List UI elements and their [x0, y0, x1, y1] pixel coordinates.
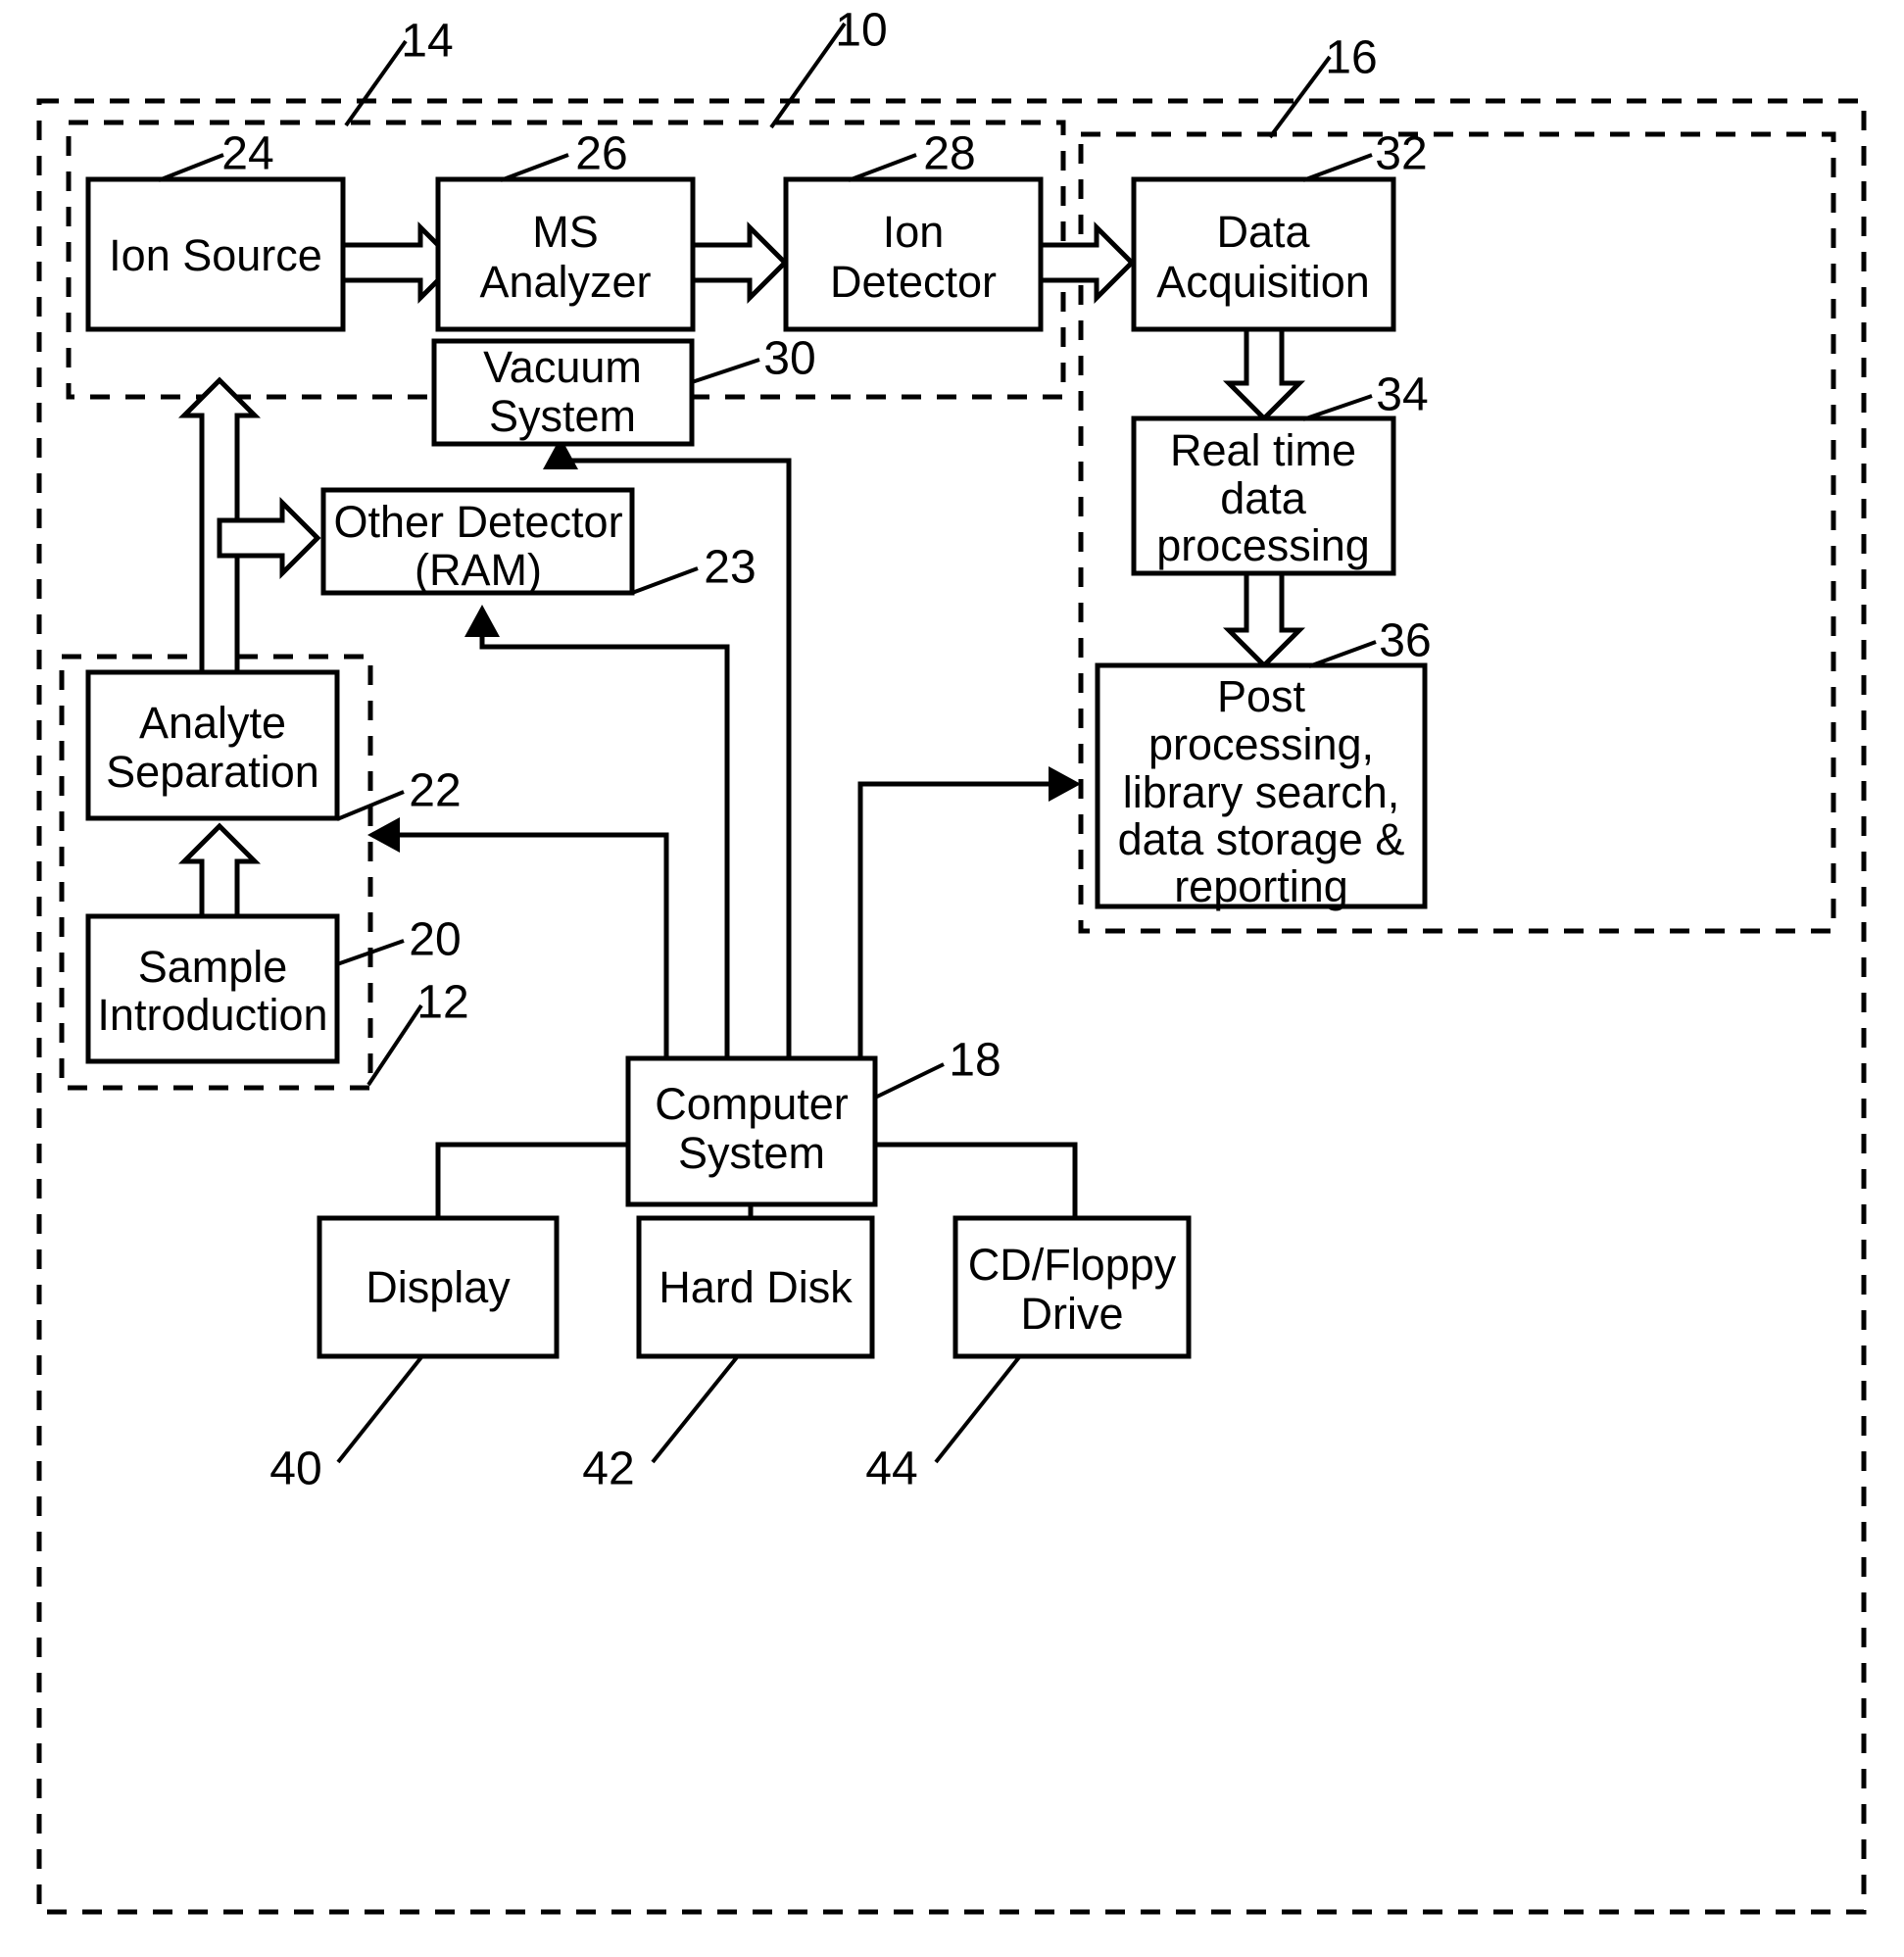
label-post-line3: library search, — [1123, 767, 1400, 817]
label-vacuum-system-line2: System — [489, 391, 636, 441]
ref-24: 24 — [221, 128, 273, 180]
ref-14: 14 — [401, 16, 453, 68]
ref-23: 23 — [704, 542, 756, 594]
diagram-sheet: Ion Source MS Analyzer Ion Detector Data… — [36, 5, 1867, 1915]
label-other-detector-line2: (RAM) — [415, 545, 542, 595]
label-hard-disk: Hard Disk — [659, 1262, 853, 1312]
figure-canvas: Ion Source MS Analyzer Ion Detector Data… — [0, 0, 1904, 1957]
label-post-line2: processing, — [1148, 719, 1374, 769]
label-cd-floppy-line1: CD/Floppy — [968, 1240, 1177, 1290]
leader-ref-42 — [651, 1355, 739, 1464]
ref-10: 10 — [835, 5, 887, 57]
leader-ref-10 — [769, 22, 847, 129]
leader-ref-44 — [934, 1355, 1021, 1464]
label-real-time-line2: data — [1220, 473, 1307, 523]
leader-ref-16 — [1268, 55, 1332, 139]
leader-ref-23 — [631, 566, 699, 595]
arrow-real-time-to-post-processing — [1222, 570, 1306, 669]
leader-ref-18 — [874, 1062, 945, 1100]
leader-ref-12 — [366, 1003, 423, 1087]
leader-ref-14 — [344, 39, 408, 127]
leader-ref-28 — [848, 153, 917, 182]
ref-18: 18 — [949, 1035, 1001, 1087]
leader-ref-36 — [1308, 640, 1377, 668]
label-ms-analyzer-line2: Analyzer — [479, 257, 651, 307]
label-ion-detector-line1: Ion — [883, 207, 945, 257]
label-real-time-line1: Real time — [1170, 425, 1356, 475]
leader-ref-40 — [336, 1355, 423, 1464]
ref-34: 34 — [1376, 369, 1428, 421]
ref-42: 42 — [582, 1443, 634, 1495]
ref-12: 12 — [416, 977, 468, 1029]
arrowhead-other-detector-control — [464, 605, 500, 637]
ref-32: 32 — [1375, 128, 1427, 180]
label-sample-line2: Introduction — [97, 990, 327, 1040]
wire-computer-to-display — [435, 1142, 628, 1218]
ref-44: 44 — [865, 1443, 917, 1495]
ref-36: 36 — [1379, 615, 1431, 667]
wire-computer-to-cd-floppy — [875, 1142, 1078, 1218]
ref-30: 30 — [763, 333, 815, 385]
leader-ref-34 — [1302, 394, 1373, 421]
wire-computer-to-post-processing — [857, 781, 1068, 1058]
arrow-data-acquisition-to-real-time — [1222, 323, 1306, 422]
ref-28: 28 — [923, 128, 975, 180]
leader-ref-30 — [691, 358, 760, 384]
label-real-time-line3: processing — [1156, 520, 1370, 570]
label-computer-line1: Computer — [655, 1079, 849, 1129]
arrow-ms-analyzer-to-ion-detector — [688, 220, 789, 305]
ref-20: 20 — [409, 914, 461, 966]
label-computer-line2: System — [678, 1128, 825, 1178]
label-ms-analyzer-line1: MS — [532, 207, 599, 257]
label-sample-line1: Sample — [138, 942, 288, 992]
ref-40: 40 — [269, 1443, 321, 1495]
wire-computer-to-other-detector — [479, 617, 730, 1058]
label-ion-detector-line2: Detector — [830, 257, 997, 307]
label-cd-floppy-line2: Drive — [1020, 1289, 1123, 1339]
ref-16: 16 — [1325, 32, 1377, 84]
label-post-line1: Post — [1217, 671, 1306, 721]
arrow-sample-to-analyte — [177, 822, 262, 921]
label-data-acquisition-line2: Acquisition — [1156, 257, 1370, 307]
label-analyte-line2: Separation — [106, 747, 319, 797]
label-other-detector-line1: Other Detector — [333, 497, 622, 547]
arrowhead-post-processing-control — [1049, 766, 1081, 802]
arrow-ion-detector-to-data-acquisition — [1036, 220, 1136, 305]
label-post-line4: data storage & — [1118, 814, 1405, 864]
leader-ref-26 — [500, 153, 569, 182]
label-ion-source: Ion Source — [109, 230, 322, 280]
leader-ref-32 — [1302, 153, 1373, 182]
label-post-line5: reporting — [1174, 861, 1348, 911]
ref-26: 26 — [575, 128, 627, 180]
label-display: Display — [366, 1262, 511, 1312]
label-analyte-line1: Analyte — [139, 698, 286, 748]
leader-ref-24 — [158, 153, 224, 182]
label-vacuum-system-line1: Vacuum — [483, 342, 642, 392]
ref-22: 22 — [409, 765, 461, 817]
label-data-acquisition-line1: Data — [1216, 207, 1310, 257]
